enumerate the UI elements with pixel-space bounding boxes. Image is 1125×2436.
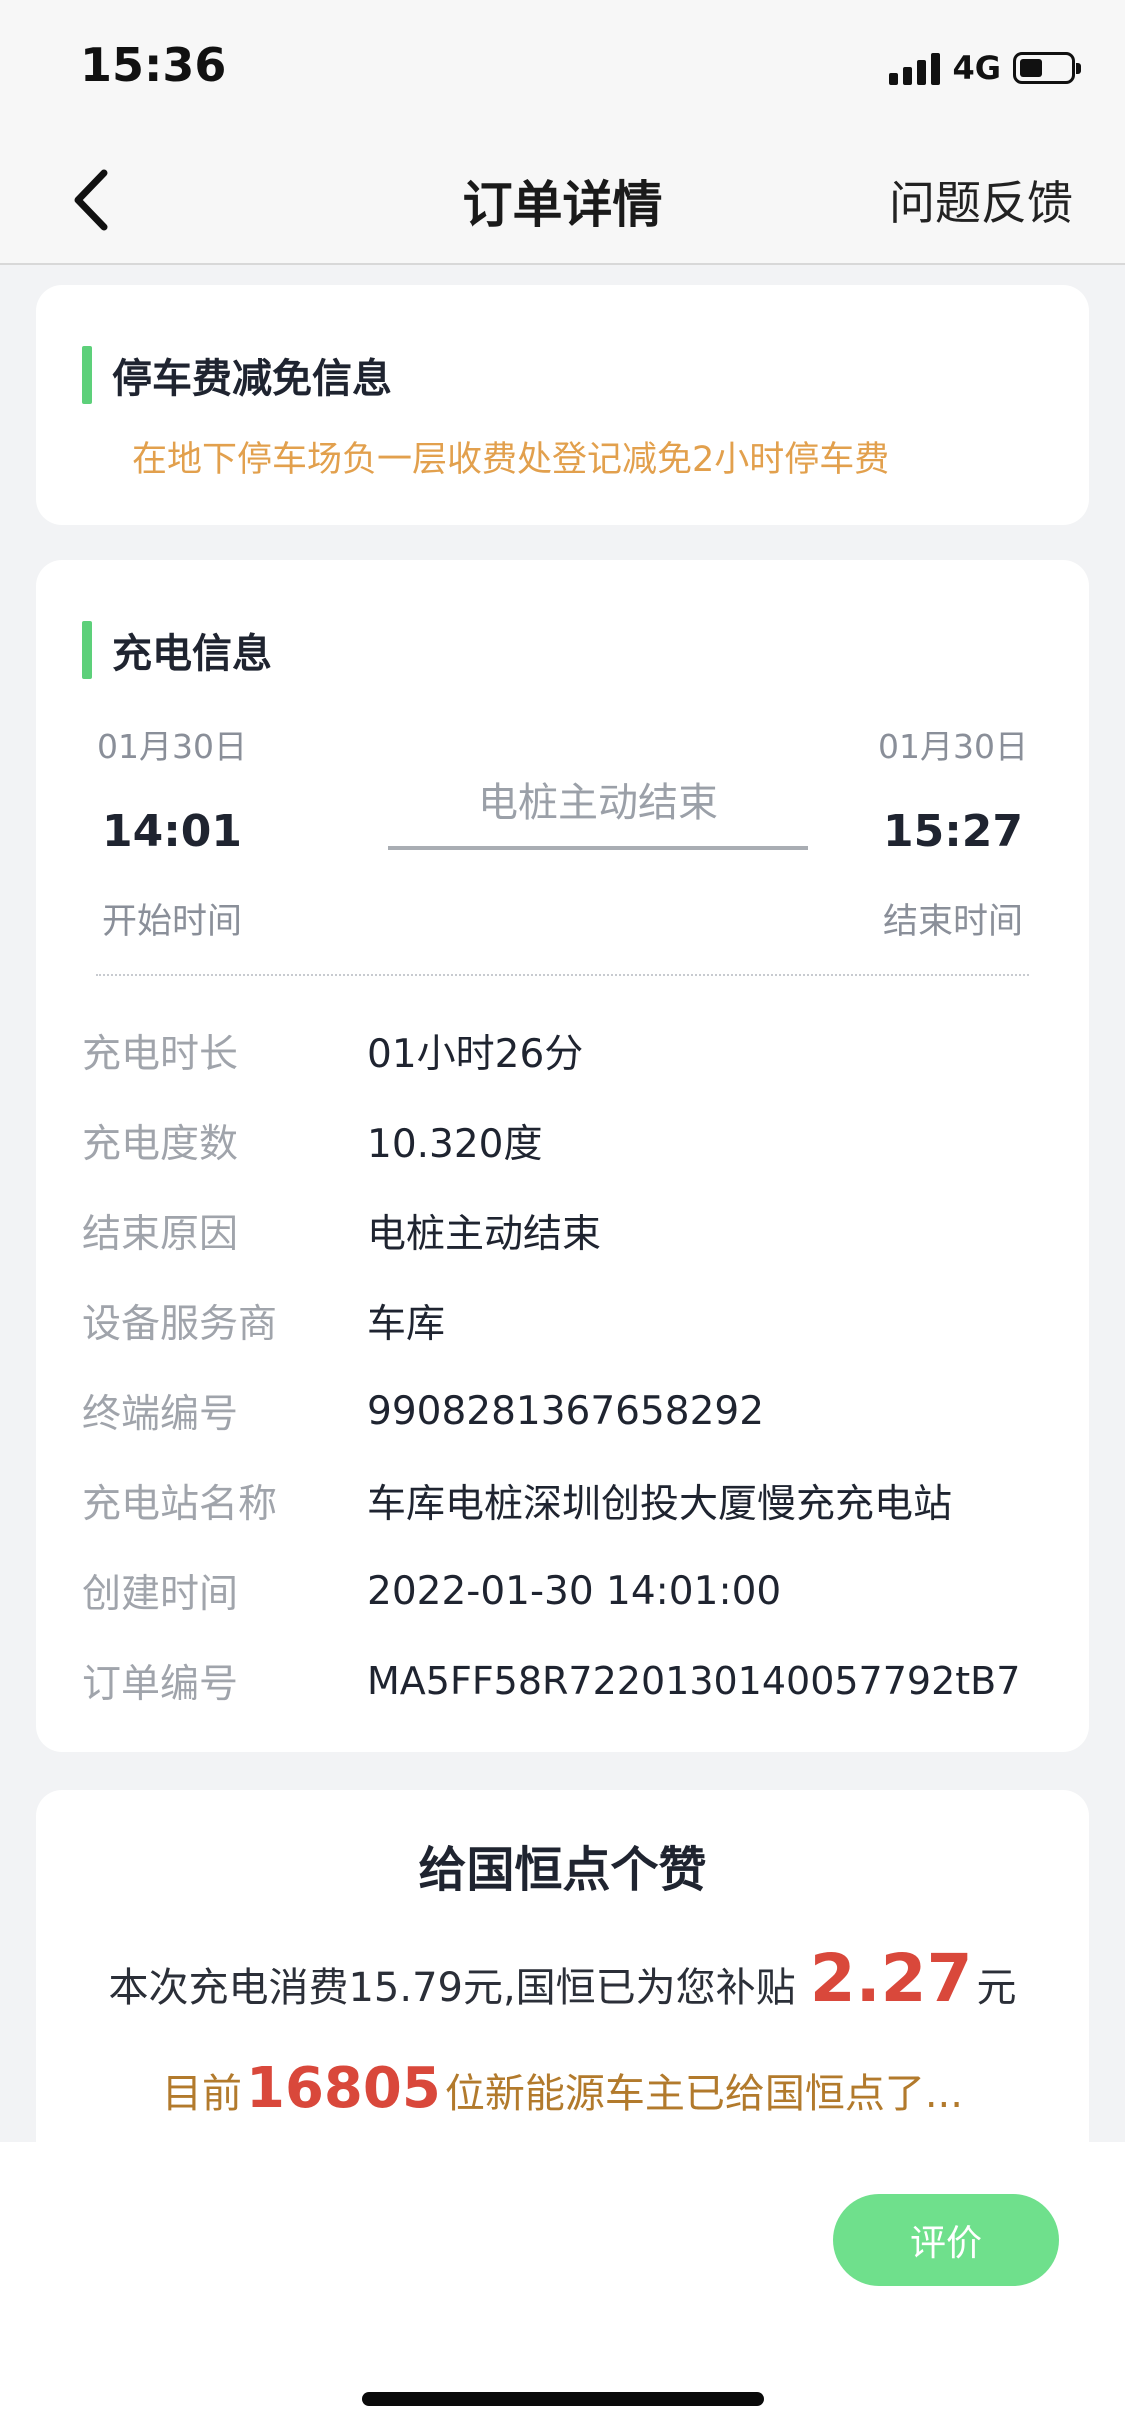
parking-section-header: 停车费减免信息 <box>82 345 1089 405</box>
subsidy-suffix: 元 <box>976 1965 1017 2011</box>
detail-value: 车库电桩深圳创投大厦慢充充电站 <box>367 1482 953 1527</box>
detail-row: 设备服务商 车库 <box>82 1276 1043 1366</box>
charging-info-card: 充电信息 01月30日 14:01 开始时间 电桩主动结束 01月30日 15:… <box>36 560 1089 1752</box>
parking-section-title: 停车费减免信息 <box>112 356 392 402</box>
detail-label: 充电度数 <box>82 1122 239 1167</box>
network-label: 4G <box>952 49 1001 87</box>
like-count-text: 目前16805 位新能源车主已给国恒点了... <box>36 2061 1089 2120</box>
charging-detail-list: 充电时长 01小时26分 充电度数 10.320度 结束原因 电桩主动结束 设备… <box>82 1006 1043 1726</box>
signal-icon <box>889 51 941 85</box>
rate-button[interactable]: 评价 <box>833 2194 1059 2286</box>
start-time: 14:01 <box>101 806 243 857</box>
detail-label: 终端编号 <box>82 1392 239 1437</box>
nav-bar: 订单详情 问题反馈 <box>0 135 1125 265</box>
charging-section-title: 充电信息 <box>112 631 272 677</box>
detail-row: 充电时长 01小时26分 <box>82 1006 1043 1096</box>
detail-value: 车库 <box>367 1302 446 1347</box>
detail-value: MA5FF58R7220130140057792tB7 <box>367 1659 1021 1703</box>
detail-label: 订单编号 <box>82 1662 239 1707</box>
home-indicator[interactable] <box>362 2392 764 2406</box>
detail-label: 创建时间 <box>82 1572 239 1617</box>
end-time-label: 结束时间 <box>882 902 1023 942</box>
battery-icon <box>1013 52 1081 84</box>
chevron-left-icon[interactable] <box>60 165 130 235</box>
end-date: 01月30日 <box>878 727 1028 766</box>
section-accent-bar <box>82 621 92 679</box>
detail-row: 充电度数 10.320度 <box>82 1096 1043 1186</box>
parking-discount-card: 停车费减免信息 在地下停车场负一层收费处登记减免2小时停车费 <box>36 285 1089 525</box>
end-reason-banner: 电桩主动结束 <box>388 770 808 850</box>
like-count-suffix: 位新能源车主已给国恒点了... <box>444 2071 963 2117</box>
status-bar: 15:36 4G <box>0 0 1125 135</box>
bottom-action-bar: 评价 <box>0 2142 1125 2436</box>
end-time-block: 01月30日 15:27 结束时间 <box>863 720 1043 944</box>
detail-value: 2022-01-30 14:01:00 <box>367 1568 782 1614</box>
detail-row: 终端编号 9908281367658292 <box>82 1366 1043 1456</box>
charging-section-header: 充电信息 <box>82 620 1043 680</box>
start-time-label: 开始时间 <box>101 902 242 942</box>
like-title: 给国恒点个赞 <box>418 1842 707 1898</box>
detail-row: 结束原因 电桩主动结束 <box>82 1186 1043 1276</box>
detail-row: 创建时间 2022-01-30 14:01:00 <box>82 1546 1043 1636</box>
section-accent-bar <box>82 346 92 404</box>
detail-label: 充电站名称 <box>82 1482 278 1527</box>
subsidy-text: 本次充电消费15.79元,国恒已为您补贴 2.27 元 <box>36 1940 1089 2017</box>
subsidy-amount: 2.27 <box>809 1940 973 2017</box>
detail-value: 10.320度 <box>367 1122 543 1167</box>
like-count-prefix: 目前 <box>162 2071 242 2117</box>
status-indicators: 4G <box>889 48 1081 88</box>
parking-note: 在地下停车场负一层收费处登记减免2小时停车费 <box>132 440 890 480</box>
detail-label: 设备服务商 <box>82 1302 278 1347</box>
feedback-button[interactable]: 问题反馈 <box>889 167 1073 233</box>
detail-row: 订单编号 MA5FF58R7220130140057792tB7 <box>82 1636 1043 1726</box>
detail-row: 充电站名称 车库电桩深圳创投大厦慢充充电站 <box>82 1456 1043 1546</box>
start-time-block: 01月30日 14:01 开始时间 <box>82 720 262 944</box>
status-time: 15:36 <box>80 38 227 92</box>
detail-label: 结束原因 <box>82 1212 239 1257</box>
end-time: 15:27 <box>882 806 1024 857</box>
like-count: 16805 <box>246 2056 441 2121</box>
start-date: 01月30日 <box>97 727 247 766</box>
divider <box>96 974 1029 976</box>
charging-time-range: 01月30日 14:01 开始时间 电桩主动结束 01月30日 15:27 结束… <box>82 720 1043 960</box>
subsidy-prefix: 本次充电消费15.79元,国恒已为您补贴 <box>108 1965 796 2011</box>
detail-value: 电桩主动结束 <box>367 1212 602 1257</box>
detail-label: 充电时长 <box>82 1032 239 1077</box>
detail-value: 01小时26分 <box>367 1032 584 1077</box>
detail-value: 9908281367658292 <box>367 1388 765 1434</box>
